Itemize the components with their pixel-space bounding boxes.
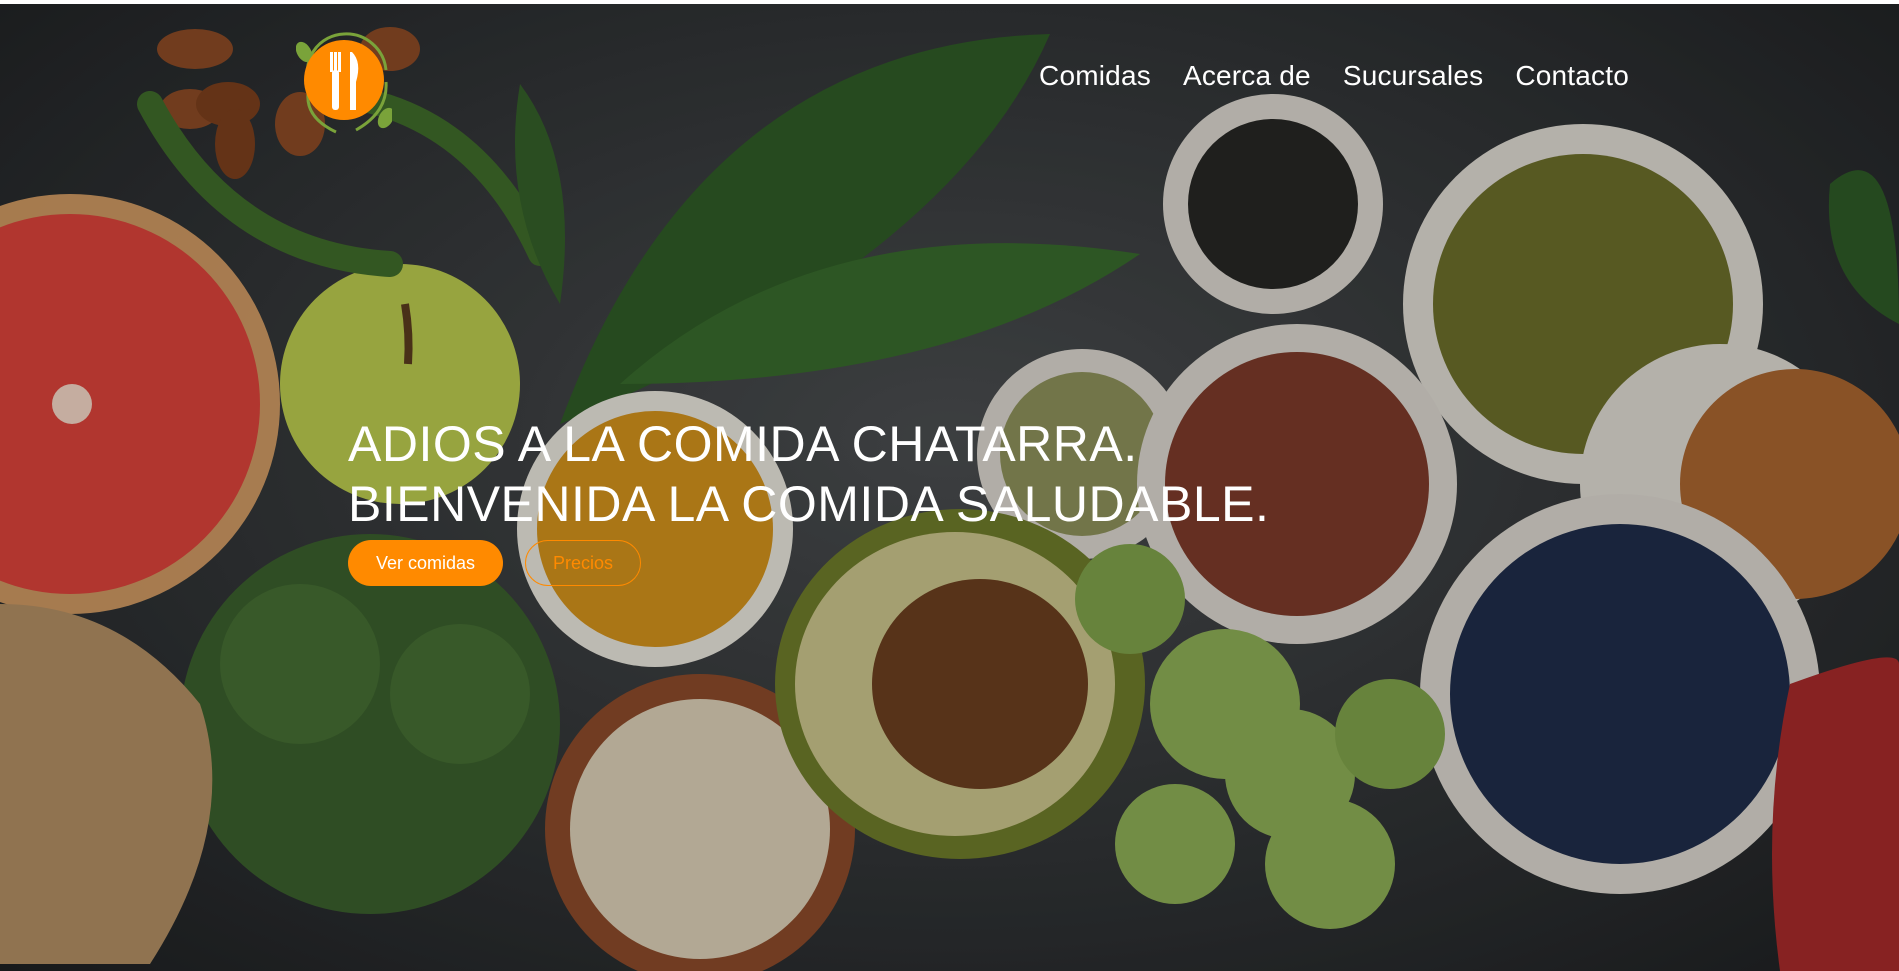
hero-buttons: Ver comidas Precios [348,540,641,586]
headline-line-2: BIENVENIDA LA COMIDA SALUDABLE. [348,476,1270,532]
ver-comidas-button[interactable]: Ver comidas [348,540,503,586]
fork-knife-icon [295,32,395,134]
headline-line-1: ADIOS A LA COMIDA CHATARRA. [348,416,1138,472]
hero-headline: ADIOS A LA COMIDA CHATARRA. BIENVENIDA L… [348,414,1269,534]
brand-logo[interactable] [295,22,395,134]
nav-item-contacto[interactable]: Contacto [1515,60,1629,92]
nav-item-comidas[interactable]: Comidas [1039,60,1151,92]
nav-item-acerca-de[interactable]: Acerca de [1183,60,1311,92]
main-nav: Comidas Acerca de Sucursales Contacto [1039,60,1629,92]
nav-item-sucursales[interactable]: Sucursales [1343,60,1484,92]
hero-section: Comidas Acerca de Sucursales Contacto AD… [0,4,1899,971]
precios-button[interactable]: Precios [525,540,641,586]
